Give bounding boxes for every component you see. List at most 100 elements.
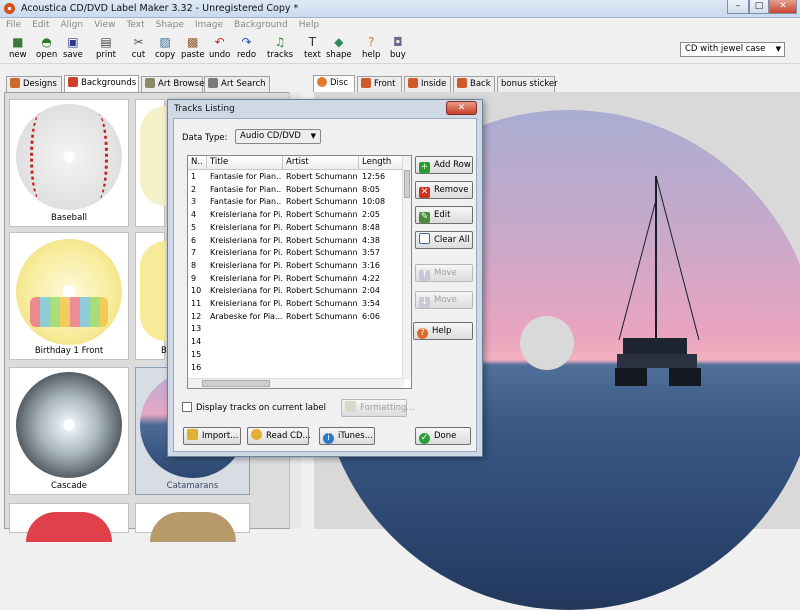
cell-n: 7 xyxy=(191,248,197,258)
table-row[interactable]: 1 Fantasie for Pian... Robert Schumann 12:5… xyxy=(188,171,404,184)
data-type-select[interactable]: Audio CD/DVD ▼ xyxy=(235,129,321,144)
menu-edit[interactable]: Edit xyxy=(26,18,54,30)
shape-button[interactable]: ◆ shape xyxy=(326,35,352,60)
tab-backgrounds[interactable]: Backgrounds xyxy=(64,75,139,92)
remove-button[interactable]: ✕ Remove xyxy=(415,181,473,199)
tab-disc[interactable]: Disc xyxy=(313,75,355,92)
done-button[interactable]: ✓ Done xyxy=(415,427,471,445)
menu-view[interactable]: View xyxy=(88,18,120,30)
maximize-button[interactable]: □ xyxy=(749,0,769,14)
cell-artist: Robert Schumann xyxy=(286,299,358,308)
menu-file[interactable]: File xyxy=(0,18,26,30)
thumbnail-birthday-1-front[interactable]: Birthday 1 Front xyxy=(9,232,129,360)
table-row[interactable]: 15 xyxy=(188,349,404,362)
buy-button[interactable]: ◘ buy xyxy=(390,35,406,60)
col-header-artist[interactable]: Artist xyxy=(283,156,359,169)
clear-all-button[interactable]: Clear All xyxy=(415,231,473,249)
tracks-button[interactable]: ♫ tracks xyxy=(267,35,293,60)
cell-n: 16 xyxy=(191,362,202,372)
display-tracks-checkbox[interactable] xyxy=(182,402,192,412)
redo-button[interactable]: ↷ redo xyxy=(237,35,256,60)
cell-length: 4:38 xyxy=(362,235,380,245)
move-down-button[interactable]: ↓ Move xyxy=(415,291,473,309)
menu-background[interactable]: Background xyxy=(228,18,293,30)
new-button[interactable]: ■ new xyxy=(9,35,27,60)
table-row[interactable]: 7 Kreisleriana for Pi... Robert Schumann 3:… xyxy=(188,247,404,260)
tab-designs[interactable]: Designs xyxy=(6,76,62,92)
menu-bar: File Edit Align View Text Shape Image Backgroun… xyxy=(0,18,800,33)
text-button[interactable]: Ttext xyxy=(304,35,321,60)
undo-button[interactable]: ↶ undo xyxy=(209,35,230,60)
tab-art-search[interactable]: Art Search xyxy=(204,76,270,92)
cell-n: 12 xyxy=(191,311,202,321)
add-row-button[interactable]: + Add Row xyxy=(415,156,473,174)
save-button[interactable]: ▣ save xyxy=(63,35,83,60)
table-row[interactable]: 4 Kreisleriana for Pi... Robert Schumann 2:… xyxy=(188,209,404,222)
tab-bonus-sticker[interactable]: bonus sticker xyxy=(497,76,558,92)
tab-inside[interactable]: Inside xyxy=(404,76,451,92)
thumbnail-baseball[interactable]: Baseball xyxy=(9,99,129,227)
table-row[interactable]: 12 Arabeske for Pia... Robert Schumann 6:06 xyxy=(188,311,404,324)
table-row[interactable]: 10 Kreisleriana for Pi... Robert Schumann 2… xyxy=(188,285,404,298)
read-cd-button[interactable]: Read CD... xyxy=(247,427,311,445)
close-window-button[interactable]: ✕ xyxy=(769,0,797,14)
col-header-length[interactable]: Length xyxy=(359,156,404,169)
thumbnail-partial-2[interactable]: B xyxy=(135,232,167,360)
help-dialog-button[interactable]: ? Help xyxy=(413,322,473,340)
cell-n: 13 xyxy=(191,324,202,334)
copy-button[interactable]: ▨ copy xyxy=(155,35,175,60)
tab-back[interactable]: Back xyxy=(453,76,495,92)
thumbnail-cascade[interactable]: Cascade xyxy=(9,367,129,495)
table-row[interactable]: 11 Kreisleriana for Pi... Robert Schumann 3… xyxy=(188,298,404,311)
scroll-thumb[interactable] xyxy=(202,380,270,387)
cell-length: 4:22 xyxy=(362,273,380,283)
table-row[interactable]: 14 xyxy=(188,336,404,349)
table-row[interactable]: 3 Fantasie for Pian... Robert Schumann 10:0… xyxy=(188,196,404,209)
table-row[interactable]: 6 Kreisleriana for Pi... Robert Schumann 4:… xyxy=(188,235,404,248)
cell-artist: Robert Schumann xyxy=(286,172,358,181)
open-button[interactable]: ◓ open xyxy=(36,35,57,60)
scroll-thumb[interactable] xyxy=(404,170,410,198)
tab-art-browse[interactable]: Art Browse xyxy=(141,76,204,92)
table-row[interactable]: 13 xyxy=(188,323,404,336)
print-button[interactable]: ▤ print xyxy=(96,35,116,60)
thumbnail-partial-1[interactable] xyxy=(135,99,166,227)
col-header-title[interactable]: Title xyxy=(207,156,283,169)
formatting-button[interactable]: Formatting... xyxy=(341,399,415,417)
dialog-body: Data Type: Audio CD/DVD ▼ N.. Title Artis… xyxy=(173,118,477,452)
menu-image[interactable]: Image xyxy=(189,18,228,30)
cell-title: Fantasie for Pian... xyxy=(210,197,282,207)
menu-text[interactable]: Text xyxy=(120,18,149,30)
table-row[interactable]: 5 Kreisleriana for Pi... Robert Schumann 8:… xyxy=(188,222,404,235)
cell-n: 14 xyxy=(191,337,202,347)
import-button[interactable]: Import... xyxy=(183,427,241,445)
move-up-button[interactable]: ↑ Move xyxy=(415,264,473,282)
itunes-button[interactable]: i iTunes... xyxy=(319,427,375,445)
grid-horizontal-scrollbar[interactable] xyxy=(188,378,404,388)
paste-button[interactable]: ▩ paste xyxy=(181,35,205,60)
table-row[interactable]: 2 Fantasie for Pian... Robert Schumann 8:05 xyxy=(188,184,404,197)
minimize-button[interactable]: – xyxy=(727,0,749,14)
tab-front[interactable]: Front xyxy=(357,76,402,92)
menu-shape[interactable]: Shape xyxy=(150,18,189,30)
folder-icon xyxy=(187,429,198,440)
grid-vertical-scrollbar[interactable] xyxy=(402,156,411,380)
text-icon: T xyxy=(308,35,317,49)
cell-artist: Robert Schumann xyxy=(286,197,358,207)
cell-length: 10:08 xyxy=(362,197,386,207)
table-row[interactable]: 9 Kreisleriana for Pi... Robert Schumann 4:… xyxy=(188,273,404,286)
cell-length: 2:05 xyxy=(362,210,380,220)
menu-help[interactable]: Help xyxy=(293,18,325,30)
app-icon xyxy=(4,3,15,14)
cut-button[interactable]: ✂ cut xyxy=(131,35,146,60)
cell-n: 8 xyxy=(191,260,197,270)
col-header-number[interactable]: N.. xyxy=(188,156,207,169)
edit-button[interactable]: ✎ Edit xyxy=(415,206,473,224)
tracks-listing-dialog: Tracks Listing ✕ Data Type: Audio CD/DVD… xyxy=(167,99,483,457)
dialog-close-button[interactable]: ✕ xyxy=(446,101,477,115)
help-button[interactable]: ? help xyxy=(362,35,380,60)
table-row[interactable]: 8 Kreisleriana for Pi... Robert Schumann 3:… xyxy=(188,260,404,273)
case-type-select[interactable]: CD with jewel case ▼ xyxy=(680,42,785,57)
menu-align[interactable]: Align xyxy=(55,18,89,30)
table-row[interactable]: 16 xyxy=(188,362,404,375)
